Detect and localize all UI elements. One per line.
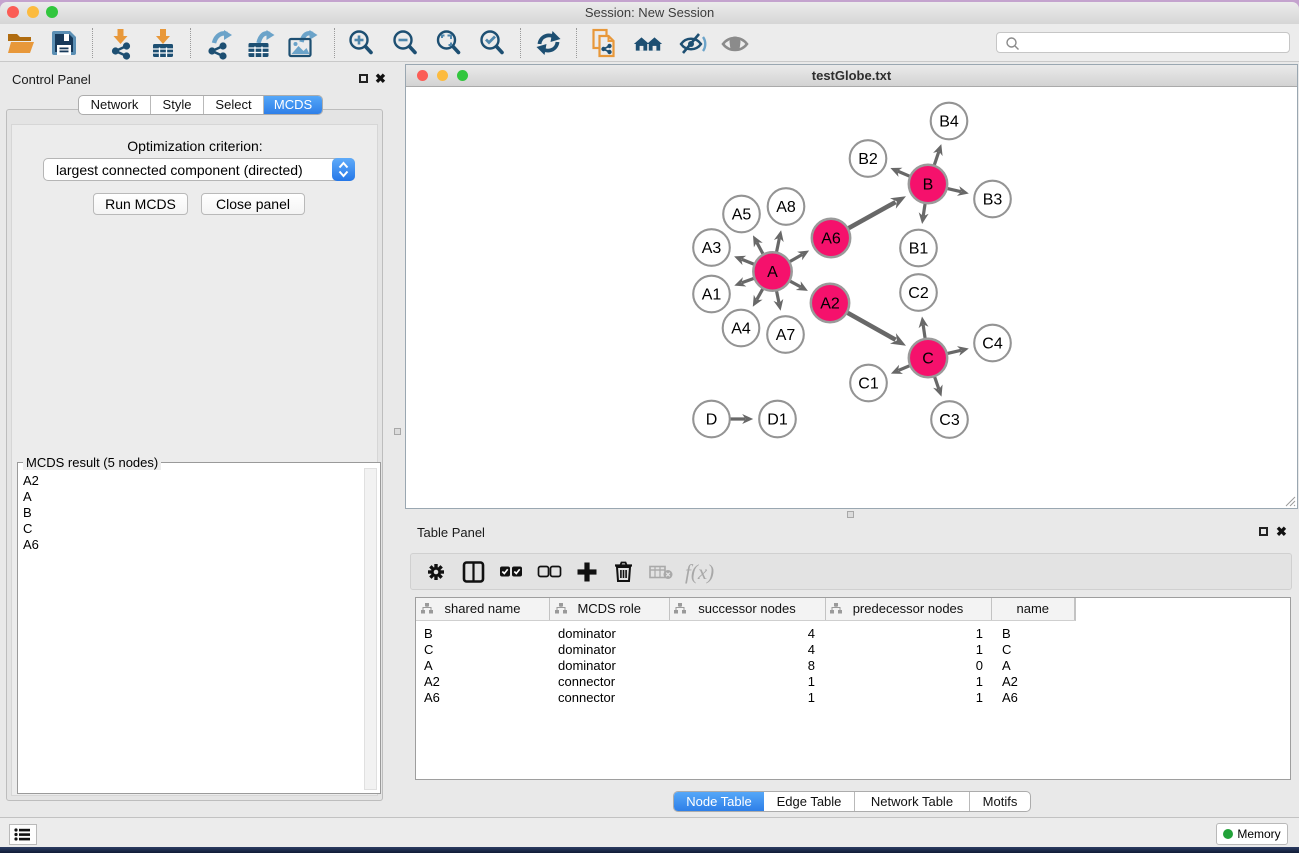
- svg-text:B2: B2: [858, 151, 878, 168]
- svg-text:C2: C2: [908, 285, 929, 302]
- svg-text:B4: B4: [939, 114, 959, 131]
- svg-text:A3: A3: [702, 240, 722, 257]
- svg-text:B3: B3: [983, 192, 1003, 209]
- svg-text:A2: A2: [820, 296, 840, 313]
- svg-text:C3: C3: [939, 412, 960, 429]
- svg-text:A4: A4: [731, 321, 751, 338]
- svg-text:C: C: [922, 351, 934, 368]
- svg-text:D1: D1: [767, 412, 788, 429]
- svg-text:A6: A6: [821, 231, 841, 248]
- svg-text:A8: A8: [776, 199, 796, 216]
- svg-text:A1: A1: [702, 287, 722, 304]
- svg-text:C1: C1: [858, 376, 879, 393]
- svg-text:D: D: [706, 412, 718, 429]
- svg-text:A: A: [767, 264, 778, 281]
- svg-text:B1: B1: [909, 241, 929, 258]
- svg-text:A7: A7: [776, 327, 796, 344]
- svg-text:B: B: [923, 177, 934, 194]
- svg-text:C4: C4: [982, 336, 1003, 353]
- svg-text:f(x): f(x): [685, 560, 714, 584]
- svg-text:A5: A5: [732, 207, 752, 224]
